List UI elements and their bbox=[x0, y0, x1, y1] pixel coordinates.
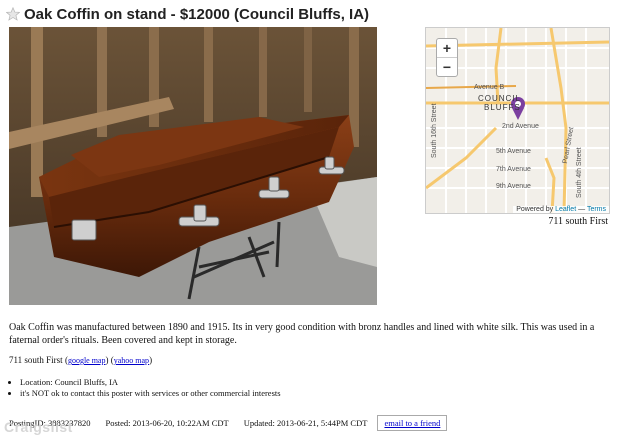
posting-body: Oak Coffin was manufactured between 1890… bbox=[9, 322, 595, 346]
map-label-7th-avenue: 7th Avenue bbox=[496, 166, 531, 173]
terms-link[interactable]: Terms bbox=[587, 206, 606, 213]
star-icon[interactable] bbox=[6, 7, 20, 21]
updated-date: Updated: 2013-06-21, 5:44PM CDT bbox=[243, 418, 368, 428]
map-label-9th-avenue: 9th Avenue bbox=[496, 183, 531, 190]
coffin-image bbox=[9, 27, 377, 305]
list-item: Location: Council Bluffs, IA bbox=[20, 377, 281, 388]
google-map-link[interactable]: google map bbox=[68, 356, 106, 365]
address-text: 711 south First bbox=[9, 355, 63, 365]
zoom-control: + − bbox=[436, 38, 458, 77]
zoom-in-button[interactable]: + bbox=[437, 39, 457, 57]
map-label-5th-avenue: 5th Avenue bbox=[496, 148, 531, 155]
address-line: 711 south First (google map) (yahoo map) bbox=[9, 355, 153, 365]
map-label-avenue-b: Avenue B bbox=[474, 84, 505, 91]
map-label-bluffs: BLUFFS bbox=[484, 103, 521, 112]
watermark-logo: Craigslist bbox=[4, 419, 73, 435]
map-label-council: COUNCIL bbox=[478, 94, 522, 103]
listing-photo[interactable] bbox=[9, 27, 377, 305]
title-bar: Oak Coffin on stand - $12000 (Council Bl… bbox=[6, 4, 369, 24]
map-label-s16th: South 16th Street bbox=[431, 103, 438, 158]
posted-date: Posted: 2013-06-20, 10:22AM CDT bbox=[105, 418, 229, 428]
post-title: Oak Coffin on stand - $12000 (Council Bl… bbox=[24, 5, 370, 23]
attribution-prefix: Powered by bbox=[516, 206, 554, 213]
list-item: it's NOT ok to contact this poster with … bbox=[20, 388, 281, 399]
zoom-out-button[interactable]: − bbox=[437, 57, 457, 76]
leaflet-link[interactable]: Leaflet bbox=[555, 206, 576, 213]
email-to-friend-button[interactable]: email to a friend bbox=[377, 415, 448, 431]
map-label-2nd-avenue: 2nd Avenue bbox=[502, 123, 539, 130]
yahoo-map-link[interactable]: yahoo map bbox=[114, 356, 149, 365]
map-label-s4th: South 4th Street bbox=[576, 147, 583, 198]
location-map[interactable]: + − Avenue B COUNCIL BLUFFS 2nd Avenue 5… bbox=[425, 27, 610, 214]
notice-list: Location: Council Bluffs, IA it's NOT ok… bbox=[9, 377, 281, 399]
map-address: 711 south First bbox=[548, 216, 608, 227]
attribution-sep: — bbox=[578, 206, 586, 213]
map-attribution: Powered by Leaflet — Terms bbox=[513, 206, 609, 213]
posting-footer: PostingID: 3883237820 Posted: 2013-06-20… bbox=[9, 415, 448, 431]
